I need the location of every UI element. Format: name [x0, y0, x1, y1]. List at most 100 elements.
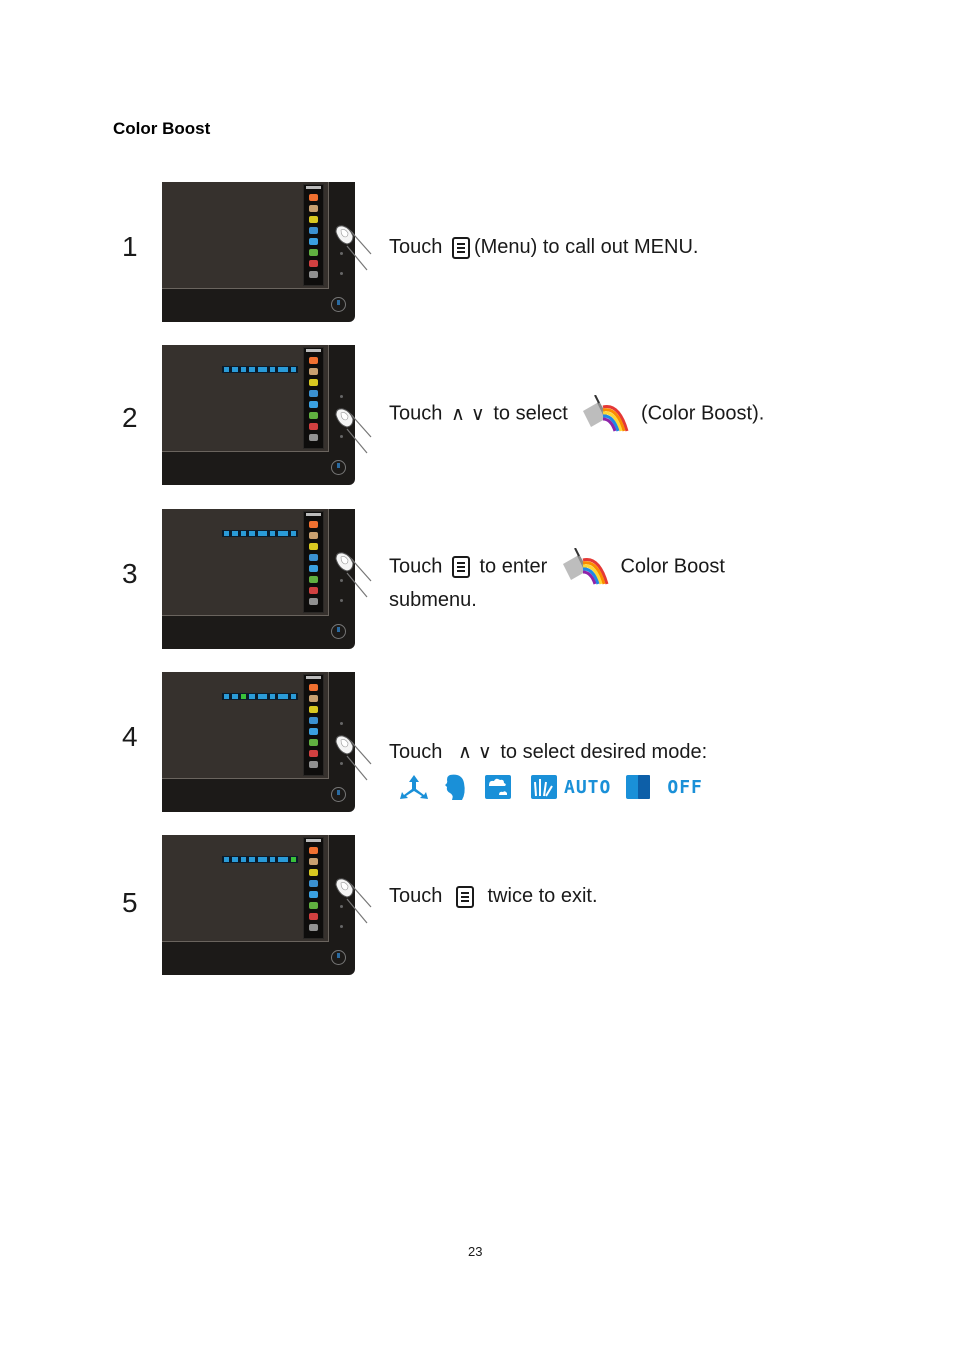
step-number: 1: [122, 231, 138, 262]
up-arrow-icon: ∧: [450, 403, 465, 425]
step-1-caption: Touch (Menu) to call out MENU.: [389, 236, 699, 259]
osd-menu-icon: [309, 598, 318, 605]
osd-menu-icon: [309, 368, 318, 375]
monitor-screen: [162, 835, 329, 942]
osd-menu-icon: [309, 227, 318, 234]
osd-menu-icon: [309, 271, 318, 278]
color-boost-icon: [583, 395, 629, 432]
osd-submenu-bar: [222, 856, 298, 863]
osd-logo: [306, 349, 321, 352]
osd-submenu-item: [290, 531, 297, 536]
osd-submenu-item: [257, 857, 267, 862]
osd-submenu-bar: [222, 530, 298, 537]
auto-label: AUTO: [564, 776, 612, 798]
osd-submenu-item: [249, 367, 255, 372]
osd-submenu-item: [278, 367, 288, 372]
osd-logo: [306, 676, 321, 679]
osd-menu-icon: [309, 401, 318, 408]
osd-submenu-bar: [222, 366, 298, 373]
osd-submenu-item: [269, 367, 276, 372]
osd-menu-icon: [309, 249, 318, 256]
osd-logo: [306, 513, 321, 516]
osd-menu-icon: [309, 891, 318, 898]
power-button-icon: [331, 624, 346, 639]
osd-submenu-item: [232, 694, 238, 699]
section-heading: Color Boost: [113, 119, 211, 138]
osd-menu-bar: [303, 511, 324, 613]
nature-skin-icon: [445, 774, 465, 800]
monitor-illustration: [162, 672, 355, 812]
osd-menu-bar: [303, 184, 324, 286]
full-enhance-icon: [400, 775, 428, 799]
osd-menu-icon: [309, 554, 318, 561]
step-number: 2: [122, 402, 138, 433]
monitor-screen: [162, 345, 329, 452]
monitor-screen: [162, 672, 329, 779]
osd-submenu-item: [290, 694, 297, 699]
osd-submenu-bar: [222, 693, 298, 700]
osd-menu-bar: [303, 837, 324, 939]
osd-submenu-item: [249, 857, 255, 862]
osd-submenu-item: [269, 694, 276, 699]
osd-submenu-item: [278, 694, 288, 699]
osd-submenu-item: [278, 531, 288, 536]
osd-submenu-item: [232, 367, 238, 372]
step-number: 5: [122, 887, 138, 918]
osd-menu-icon: [309, 565, 318, 572]
osd-submenu-item: [249, 531, 255, 536]
osd-submenu-item: [269, 531, 276, 536]
osd-menu-icon: [309, 434, 318, 441]
osd-menu-icon: [309, 847, 318, 854]
osd-menu-icon: [309, 869, 318, 876]
finger-touch-icon: [335, 735, 372, 781]
demo-icon: [626, 775, 651, 799]
monitor-illustration: [162, 835, 355, 975]
osd-submenu-item: [240, 694, 247, 699]
osd-menu-icon: [309, 739, 318, 746]
osd-menu-icon: [309, 880, 318, 887]
step-3-caption: Touch to enter Color Boost submenu.: [389, 548, 725, 615]
osd-menu-icon: [309, 543, 318, 550]
osd-menu-icon: [309, 576, 318, 583]
osd-submenu-item: [290, 857, 297, 862]
finger-touch-icon: [335, 225, 372, 271]
down-arrow-icon: ∨: [477, 742, 492, 764]
osd-submenu-item: [257, 367, 267, 372]
up-arrow-icon: ∧: [457, 742, 472, 764]
osd-submenu-item: [240, 367, 247, 372]
green-field-icon: [485, 775, 511, 799]
menu-touch-key: [340, 722, 343, 725]
menu-icon: [451, 556, 470, 578]
osd-submenu-item: [224, 531, 230, 536]
finger-touch-icon: [335, 552, 372, 598]
osd-submenu-item: [278, 857, 288, 862]
osd-menu-icon: [309, 695, 318, 702]
osd-menu-icon: [309, 412, 318, 419]
osd-menu-icon: [309, 521, 318, 528]
osd-menu-icon: [309, 194, 318, 201]
osd-menu-icon: [309, 379, 318, 386]
color-boost-icon: [562, 548, 609, 585]
color-boost-modes: AUTO OFF: [398, 773, 703, 801]
osd-menu-icon: [309, 750, 318, 757]
down-arrow-icon: ∨: [470, 403, 485, 425]
osd-menu-icon: [309, 717, 318, 724]
osd-logo: [306, 839, 321, 842]
osd-menu-icon: [309, 216, 318, 223]
osd-menu-icon: [309, 706, 318, 713]
osd-submenu-item: [224, 694, 230, 699]
osd-menu-icon: [309, 205, 318, 212]
page-number: 23: [468, 1244, 483, 1259]
osd-menu-icon: [309, 357, 318, 364]
power-button-icon: [331, 460, 346, 475]
power-button-icon: [331, 950, 346, 965]
step-number: 4: [122, 721, 138, 752]
step-number: 3: [122, 558, 138, 589]
osd-menu-icon: [309, 260, 318, 267]
monitor-illustration: [162, 509, 355, 649]
osd-menu-bar: [303, 674, 324, 776]
sky-blue-icon: [531, 775, 557, 799]
monitor-illustration: [162, 345, 355, 485]
monitor-screen: [162, 509, 329, 616]
monitor-illustration: [162, 182, 355, 322]
